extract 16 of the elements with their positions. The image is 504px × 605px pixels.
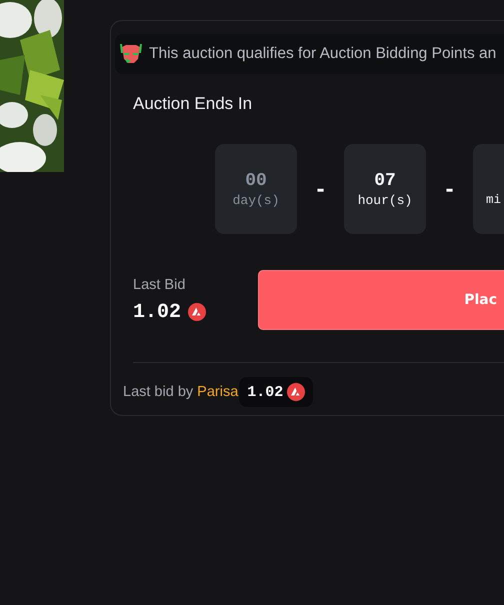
countdown-value: 07 <box>374 170 396 190</box>
last-bid-label: Last Bid <box>133 276 186 292</box>
last-bid-by-label: Last bid by <box>123 384 194 400</box>
bidder-link[interactable]: Parisa <box>197 384 238 400</box>
countdown-unit: mi <box>486 193 502 207</box>
separator: - <box>444 177 455 201</box>
countdown-unit: hour(s) <box>358 192 412 208</box>
chip-amount: 1.02 <box>247 384 284 400</box>
countdown-value: 00 <box>245 170 267 190</box>
token-icon <box>287 383 306 401</box>
countdown-title: Auction Ends In <box>133 94 252 114</box>
token-icon <box>188 303 206 321</box>
separator: - <box>315 177 326 201</box>
countdown-unit: day(s) <box>232 192 280 208</box>
banner-text: This auction qualifies for Auction Bidding Points an <box>149 45 496 63</box>
last-bid-amount: 1.02 <box>133 300 182 324</box>
